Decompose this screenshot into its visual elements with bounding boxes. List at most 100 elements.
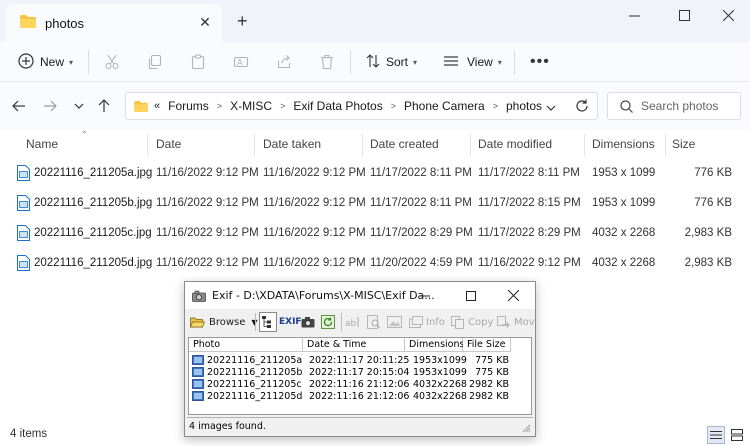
chevron-down-icon[interactable]: [546, 101, 556, 115]
sort-button[interactable]: Sort ▾: [366, 42, 417, 82]
file-date-taken: 11/16/2022 9:12 PM: [263, 227, 366, 239]
chevron-right-icon[interactable]: >: [391, 101, 396, 111]
file-row[interactable]: 20221116_211205b.jpg 11/16/2022 9:12 PM …: [0, 188, 750, 218]
breadcrumb-item[interactable]: Phone Camera: [404, 99, 485, 113]
up-icon[interactable]: [96, 98, 112, 114]
column-header-date-taken[interactable]: Date taken: [263, 130, 321, 158]
column-header-date-created[interactable]: Date created: [370, 130, 439, 158]
resize-grip-icon[interactable]: [521, 422, 531, 436]
copy-button[interactable]: Copy: [451, 312, 493, 332]
breadcrumb-item[interactable]: photos: [506, 99, 542, 113]
column-header-name[interactable]: Name: [26, 130, 58, 158]
photo-row[interactable]: 20221116_211205d 2022:11:16 21:12:06 403…: [189, 390, 531, 402]
column-header-dimensions[interactable]: Dimensions: [592, 130, 655, 158]
cut-icon[interactable]: [104, 42, 120, 82]
exif-title-bar[interactable]: Exif - D:\XDATA\Forums\X-MISC\Exif Da...: [185, 282, 535, 309]
close-window-icon[interactable]: [706, 4, 750, 26]
maximize-icon[interactable]: [662, 4, 706, 26]
browse-label: Browse: [209, 316, 246, 328]
chevron-right-icon[interactable]: >: [217, 101, 222, 111]
new-label: New: [40, 55, 65, 69]
info-button[interactable]: Info: [409, 312, 445, 332]
new-button[interactable]: New ▾: [18, 42, 73, 82]
column-header-photo[interactable]: Photo: [189, 338, 303, 352]
tiles-view-icon[interactable]: [728, 426, 746, 444]
tab-photos[interactable]: photos ✕: [6, 4, 222, 42]
photo-row[interactable]: 20221116_211205c 2022:11:16 21:12:06 403…: [189, 378, 531, 390]
column-divider[interactable]: [584, 134, 585, 156]
back-icon[interactable]: [11, 98, 27, 114]
file-size: 776 KB: [694, 197, 732, 209]
minimize-icon[interactable]: [405, 282, 445, 309]
folder-icon: [20, 15, 36, 31]
column-header-size[interactable]: Size: [672, 130, 695, 158]
exif-title: Exif - D:\XDATA\Forums\X-MISC\Exif Da...: [212, 289, 435, 302]
breadcrumb-item[interactable]: Exif Data Photos: [293, 99, 382, 113]
search-input[interactable]: Search photos: [607, 92, 741, 120]
breadcrumb-item[interactable]: Forums: [168, 99, 209, 113]
column-header-date-modified[interactable]: Date modified: [478, 130, 552, 158]
rename-icon[interactable]: A: [233, 42, 249, 82]
info-label: Info: [426, 316, 445, 328]
exif-toolbar: Browse ▼ EXIF ab Info Copy: [185, 310, 535, 334]
column-divider[interactable]: [665, 134, 666, 156]
column-header-datetime[interactable]: Date & Time: [303, 338, 405, 352]
camera-icon[interactable]: [301, 312, 315, 332]
forward-icon[interactable]: [42, 98, 58, 114]
overflow-chevron-icon[interactable]: «: [154, 100, 160, 112]
breadcrumb-item[interactable]: X-MISC: [230, 99, 272, 113]
file-name: 20221116_211205d.jpg: [34, 257, 153, 269]
file-row[interactable]: 20221116_211205c.jpg 11/16/2022 9:12 PM …: [0, 218, 750, 248]
refresh-icon[interactable]: [575, 99, 589, 116]
column-header-dimensions[interactable]: Dimensions: [405, 338, 464, 352]
address-bar[interactable]: « Forums > X-MISC > Exif Data Photos > P…: [125, 92, 598, 120]
view-label: View: [467, 55, 493, 69]
column-divider[interactable]: [254, 134, 255, 156]
chevron-right-icon[interactable]: >: [493, 101, 498, 111]
delete-icon[interactable]: [319, 42, 335, 82]
column-divider[interactable]: [362, 134, 363, 156]
paste-icon[interactable]: [190, 42, 206, 82]
close-icon[interactable]: [493, 282, 533, 309]
view-button[interactable]: View ▾: [444, 42, 502, 82]
photo-file-size: 775 KB: [475, 366, 509, 378]
column-header-file-size[interactable]: File Size: [463, 338, 511, 352]
column-header-date[interactable]: Date: [156, 130, 181, 158]
plus-icon[interactable]: +: [237, 12, 248, 30]
column-divider[interactable]: [147, 134, 148, 156]
exif-icon[interactable]: EXIF: [279, 312, 302, 332]
details-view-icon[interactable]: [707, 426, 725, 444]
jpg-file-icon: [17, 188, 30, 218]
file-date: 11/16/2022 9:12 PM: [156, 227, 259, 239]
maximize-icon[interactable]: [451, 282, 491, 309]
chevron-right-icon[interactable]: >: [280, 101, 285, 111]
photo-row[interactable]: 20221116_211205b 2022:11:17 20:15:04 195…: [189, 366, 531, 378]
share-icon[interactable]: [276, 42, 292, 82]
more-icon[interactable]: •••: [530, 42, 550, 82]
minimize-icon[interactable]: [612, 4, 656, 26]
exif-status-bar: 4 images found.: [187, 417, 533, 435]
browse-button[interactable]: Browse ▼: [190, 312, 258, 332]
file-row[interactable]: 20221116_211205d.jpg 11/16/2022 9:12 PM …: [0, 248, 750, 278]
photo-dimensions: 4032x2268: [413, 378, 467, 390]
camera-icon: [192, 290, 206, 302]
file-date: 11/16/2022 9:12 PM: [156, 197, 259, 209]
rename-icon[interactable]: ab: [345, 312, 361, 332]
title-bar: photos ✕ +: [0, 0, 750, 42]
move-button[interactable]: Mov: [497, 312, 535, 332]
copy-icon[interactable]: [147, 42, 163, 82]
file-row[interactable]: 20221116_211205a.jpg 11/16/2022 9:12 PM …: [0, 158, 750, 188]
divider: [88, 50, 89, 74]
image-icon[interactable]: [387, 312, 402, 332]
photo-row[interactable]: 20221116_211205a 2022:11:17 20:11:25 195…: [189, 354, 531, 366]
file-date-created: 11/17/2022 8:11 PM: [370, 197, 472, 209]
file-size: 2,983 KB: [684, 227, 732, 239]
file-date-created: 11/17/2022 8:11 PM: [370, 167, 472, 179]
refresh-icon[interactable]: [321, 312, 335, 332]
find-icon[interactable]: [367, 312, 381, 332]
tree-view-icon[interactable]: [259, 312, 277, 332]
close-icon[interactable]: ✕: [198, 15, 212, 29]
recent-icon[interactable]: [71, 98, 87, 114]
column-divider[interactable]: [470, 134, 471, 156]
jpg-file-icon: [17, 218, 30, 248]
